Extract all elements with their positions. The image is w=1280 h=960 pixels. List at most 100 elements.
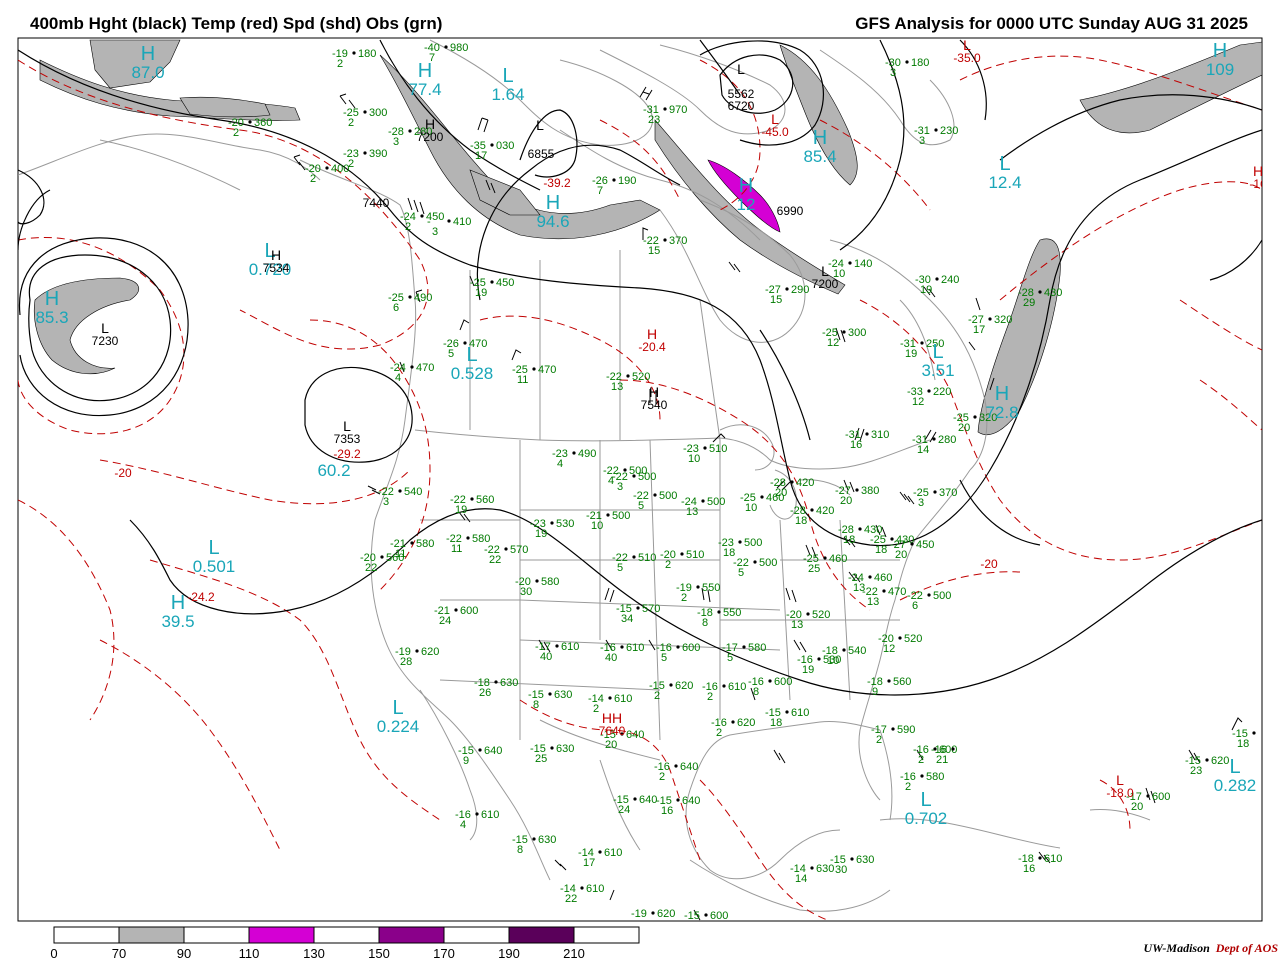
station-dot — [760, 495, 764, 499]
center-value: 77.4 — [408, 80, 441, 99]
station-dot — [887, 679, 891, 683]
station-dewpoint-dep: 8 — [517, 844, 523, 856]
station-temp: -19 — [631, 908, 647, 920]
center-value: 85.3 — [35, 308, 68, 327]
legend-bin-110-130 — [248, 926, 315, 944]
station-height: 640 — [639, 794, 657, 806]
center-symbol: H — [418, 60, 432, 82]
station-dot — [598, 850, 602, 854]
legend-tick: 210 — [563, 946, 585, 960]
station-dewpoint-dep: 20 — [775, 487, 787, 499]
station-dewpoint-dep: 17 — [973, 324, 985, 336]
station-height: 430 — [1044, 287, 1062, 299]
station-height: 510 — [686, 549, 704, 561]
station-dot — [606, 513, 610, 517]
station-dewpoint-dep: 40 — [540, 651, 552, 663]
station-dot — [633, 797, 637, 801]
station-dot — [717, 610, 721, 614]
center-value: 60.2 — [317, 461, 350, 480]
station-dewpoint-dep: 22 — [365, 562, 377, 574]
center-value: 72.8 — [985, 403, 1018, 422]
legend-bin-70-90 — [118, 926, 185, 944]
station-height: 630 — [856, 854, 874, 866]
center-value: -18.0 — [1106, 786, 1134, 800]
center-value: -35.0 — [953, 51, 981, 65]
legend-tick: 0 — [50, 946, 57, 960]
center-value: 6990 — [777, 204, 804, 218]
station-dot — [905, 60, 909, 64]
station-dot — [951, 747, 955, 751]
station-dot — [478, 748, 482, 752]
station-dewpoint-dep: 20 — [840, 495, 852, 507]
station-dot — [935, 277, 939, 281]
station-dewpoint-dep: 10 — [745, 502, 757, 514]
center-value: 0.528 — [451, 364, 494, 383]
station-dewpoint-dep: 28 — [400, 656, 412, 668]
station-height: 230 — [940, 125, 958, 137]
station-dot — [415, 649, 419, 653]
station-height: 640 — [626, 729, 644, 741]
station-dot — [532, 837, 536, 841]
center-value: 6720 — [728, 99, 755, 113]
station-dewpoint-dep: 13 — [791, 619, 803, 631]
station-temp: -15 — [684, 910, 700, 922]
station-dewpoint-dep: 5 — [638, 500, 644, 512]
station-dewpoint-dep: 3 — [617, 481, 623, 493]
station-height: 550 — [723, 607, 741, 619]
station-height: 410 — [453, 216, 471, 228]
station-dot — [1038, 856, 1042, 860]
station-dewpoint-dep: 40 — [605, 652, 617, 664]
station-height: 500 — [933, 590, 951, 602]
station-dot — [731, 720, 735, 724]
station-dot — [738, 540, 742, 544]
station-dewpoint-dep: 5 — [617, 562, 623, 574]
extremum-center: -20 — [980, 557, 998, 571]
station-height: 580 — [416, 538, 434, 550]
center-value: -39.2 — [543, 176, 571, 190]
station-dot — [891, 727, 895, 731]
station-height: 620 — [421, 646, 439, 658]
center-symbol: L — [466, 344, 477, 366]
station-dot — [626, 374, 630, 378]
station-dewpoint-dep: 13 — [686, 506, 698, 518]
station-height: 610 — [626, 642, 644, 654]
station-height: 570 — [642, 603, 660, 615]
station-dot — [490, 143, 494, 147]
station-dewpoint-dep: 3 — [890, 67, 896, 79]
station-dot — [653, 493, 657, 497]
station-height: 460 — [874, 572, 892, 584]
station-height: 600 — [710, 910, 728, 922]
station-dewpoint-dep: 3 — [393, 136, 399, 148]
station-dot — [580, 886, 584, 890]
center-value: 109 — [1206, 60, 1234, 79]
legend-tick: 70 — [112, 946, 126, 960]
station-dewpoint-dep: 5 — [448, 348, 454, 360]
station-height: 610 — [791, 707, 809, 719]
weather-map: -19 1802-40 9807-20 3602-25 3002-28 2803-23 39… — [17, 37, 1263, 960]
station-dewpoint-dep: 4 — [608, 475, 614, 487]
station-dot — [663, 238, 667, 242]
center-value: 7230 — [92, 334, 119, 348]
center-value: 7534 — [263, 261, 290, 275]
center-value: 7440 — [363, 196, 390, 210]
station-dot — [785, 710, 789, 714]
station-dot — [380, 555, 384, 559]
station-dot — [932, 437, 936, 441]
station-dewpoint-dep: 2 — [654, 690, 660, 702]
station-height: 310 — [871, 429, 889, 441]
station-height: 140 — [854, 258, 872, 270]
station-height: 620 — [657, 908, 675, 920]
station-dewpoint-dep: 25 — [535, 753, 547, 765]
station-dewpoint-dep: 12 — [827, 337, 839, 349]
station-dot — [823, 556, 827, 560]
station-height: 500 — [759, 557, 777, 569]
center-symbol: H — [546, 192, 560, 214]
center-symbol: L — [536, 117, 544, 133]
station-height: 530 — [556, 518, 574, 530]
station-dot — [850, 857, 854, 861]
center-value: 87.0 — [131, 63, 164, 82]
station-height: 630 — [554, 689, 572, 701]
station-dewpoint-dep: 2 — [348, 117, 354, 129]
station-height: 560 — [386, 552, 404, 564]
station-dot — [722, 684, 726, 688]
